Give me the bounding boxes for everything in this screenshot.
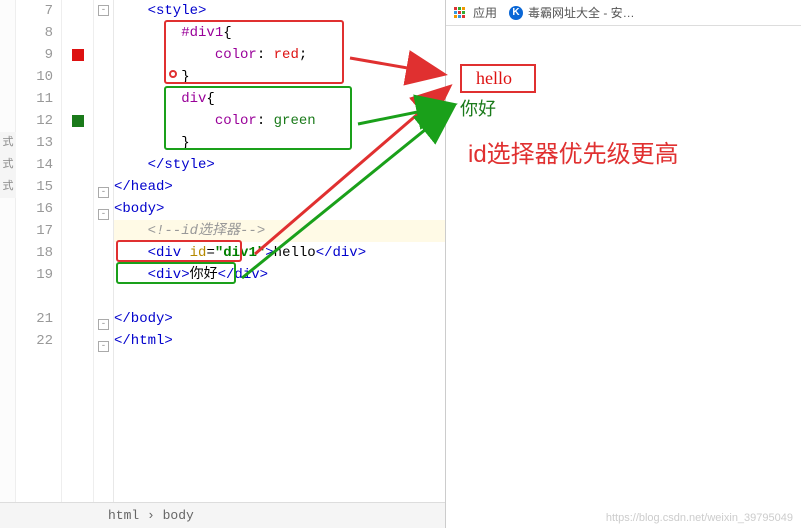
stub: 式 xyxy=(0,176,16,198)
bookmark-bar: 应用 K 毒霸网址大全 - 安… xyxy=(446,0,801,26)
annotation-text: id选择器优先级更高 xyxy=(468,138,768,172)
line-number: 11 xyxy=(16,88,53,110)
fold-toggle[interactable]: - xyxy=(98,209,109,220)
rendered-page: hello 你好 xyxy=(446,26,801,121)
line-number: 22 xyxy=(16,330,53,352)
line-number: 15 xyxy=(16,176,53,198)
breadcrumb-item[interactable]: html xyxy=(108,508,139,523)
nihao-text: 你好 xyxy=(460,95,801,121)
line-number xyxy=(16,286,53,308)
line-number: 17 xyxy=(16,220,53,242)
line-number: 9 xyxy=(16,44,53,66)
stub: 式 xyxy=(0,154,16,176)
line-number: 16 xyxy=(16,198,53,220)
line-number: 13 xyxy=(16,132,53,154)
fold-toggle[interactable]: - xyxy=(98,5,109,16)
bookmark-item[interactable]: K 毒霸网址大全 - 安… xyxy=(509,4,635,21)
line-number: 19 xyxy=(16,264,53,286)
browser-pane: 应用 K 毒霸网址大全 - 安… hello 你好 xyxy=(445,0,801,528)
fold-toggle[interactable]: - xyxy=(98,187,109,198)
hello-text: hello xyxy=(460,64,536,93)
line-number-gutter: 78910111213141516171819 2122 xyxy=(16,0,62,528)
color-swatch-green xyxy=(72,115,84,127)
line-number: 18 xyxy=(16,242,53,264)
breadcrumb-item[interactable]: body xyxy=(163,508,194,523)
line-number: 7 xyxy=(16,0,53,22)
fold-toggle[interactable]: - xyxy=(98,319,109,330)
line-number: 21 xyxy=(16,308,53,330)
line-number: 10 xyxy=(16,66,53,88)
color-swatch-red xyxy=(72,49,84,61)
watermark: https://blog.csdn.net/weixin_39795049 xyxy=(606,512,793,524)
stub: 式 xyxy=(0,132,16,154)
apps-grid-icon xyxy=(454,7,465,18)
apps-button[interactable]: 应用 xyxy=(454,4,497,21)
dot-icon xyxy=(169,70,177,78)
line-number: 14 xyxy=(16,154,53,176)
line-number: 12 xyxy=(16,110,53,132)
code-content[interactable]: <style> #div1{ color: red; } div{ color:… xyxy=(114,0,445,528)
fold-column: - - - - - xyxy=(94,0,114,528)
site-favicon-icon: K xyxy=(509,6,523,20)
line-number: 8 xyxy=(16,22,53,44)
marker-column xyxy=(62,0,94,528)
fold-toggle[interactable]: - xyxy=(98,341,109,352)
code-editor: 式 式 式 78910111213141516171819 2122 - - - … xyxy=(0,0,445,528)
left-strip: 式 式 式 xyxy=(0,0,16,528)
breadcrumb[interactable]: html › body xyxy=(0,502,445,528)
